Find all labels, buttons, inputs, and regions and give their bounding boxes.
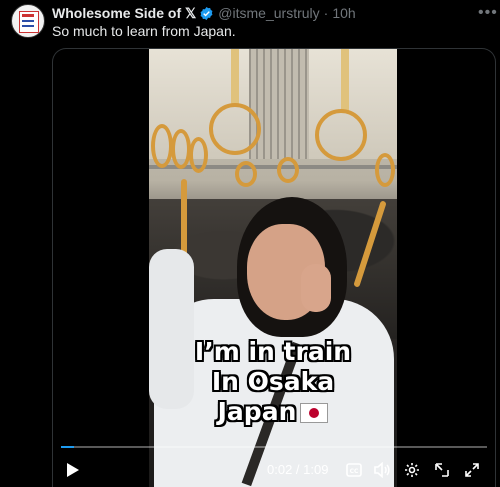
- svg-text:CC: CC: [350, 468, 359, 475]
- settings-icon[interactable]: [401, 459, 423, 481]
- minimize-icon[interactable]: [431, 459, 453, 481]
- caption-line: In Osaka: [211, 367, 335, 396]
- verified-badge-icon: [199, 6, 214, 21]
- video-controls: 0:02 / 1:09 CC: [53, 459, 495, 487]
- video-progress-fill: [61, 446, 74, 448]
- video-timecode: 0:02 / 1:09: [267, 462, 329, 477]
- more-icon[interactable]: •••: [478, 4, 498, 22]
- volume-icon[interactable]: [371, 459, 393, 481]
- video-caption: I’m in train In Osaka Japan: [149, 337, 397, 427]
- japan-flag-icon: [300, 403, 329, 423]
- tweet: Wholesome Side of 𝕏 @itsme_urstruly · 10…: [0, 0, 500, 487]
- author-handle[interactable]: @itsme_urstruly: [218, 5, 319, 21]
- video-player[interactable]: I’m in train In Osaka Japan 0:02 / 1:09 …: [52, 48, 496, 487]
- caption-line: I’m in train: [194, 337, 352, 366]
- separator-dot: ·: [323, 5, 329, 21]
- video-frame[interactable]: I’m in train In Osaka Japan: [149, 49, 397, 487]
- captions-icon[interactable]: CC: [343, 459, 365, 481]
- caption-line-text: Japan: [217, 397, 297, 426]
- tweet-header: Wholesome Side of 𝕏 @itsme_urstruly · 10…: [52, 4, 356, 22]
- tweet-text: So much to learn from Japan.: [52, 23, 236, 39]
- caption-line: Japan: [149, 397, 397, 427]
- post-time[interactable]: 10h: [332, 5, 355, 21]
- fullscreen-icon[interactable]: [461, 459, 483, 481]
- author-name[interactable]: Wholesome Side of 𝕏: [52, 5, 196, 22]
- play-icon[interactable]: [63, 459, 83, 481]
- avatar[interactable]: [11, 4, 45, 38]
- video-progress-bar[interactable]: [61, 446, 487, 448]
